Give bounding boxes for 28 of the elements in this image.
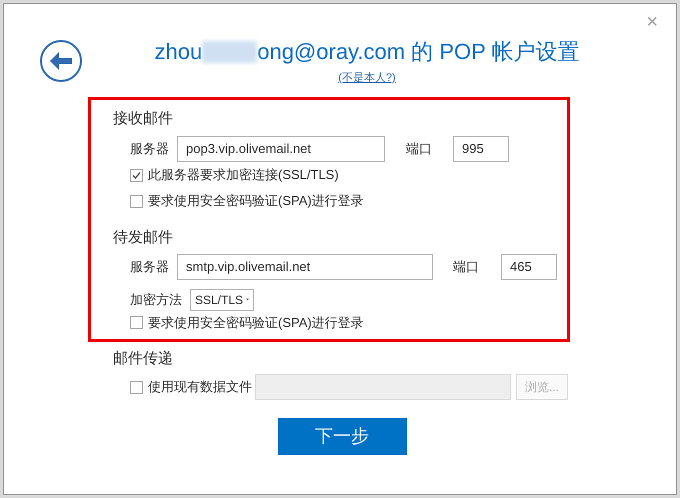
server-field[interactable]: smtp.vip.olivemail.net xyxy=(177,254,433,280)
checkbox-label: 此服务器要求加密连接(SSL/TLS) xyxy=(148,166,339,184)
title-text: ong@oray.com 的 POP 帐户设置 xyxy=(257,38,580,66)
section-heading: 接收邮件 xyxy=(113,108,174,128)
checkbox-label: 要求使用安全密码验证(SPA)进行登录 xyxy=(148,314,364,332)
server-field[interactable]: pop3.vip.olivemail.net xyxy=(177,136,385,162)
checkbox[interactable] xyxy=(130,380,143,394)
port-field[interactable]: 465 xyxy=(501,254,557,280)
section-heading: 邮件传递 xyxy=(113,348,174,368)
checkbox-label: 要求使用安全密码验证(SPA)进行登录 xyxy=(148,192,364,210)
field-label: 端口 xyxy=(406,140,433,158)
not-me-link[interactable]: (不是本人?) xyxy=(338,70,396,86)
checkbox[interactable] xyxy=(130,168,143,182)
field-label: 服务器 xyxy=(130,258,170,276)
field-label: 端口 xyxy=(453,258,480,276)
checkbox-label: 使用现有数据文件 xyxy=(148,378,252,396)
back-button[interactable] xyxy=(40,40,82,82)
checkmark-icon xyxy=(132,170,141,180)
title-text: zhou xyxy=(154,38,202,66)
port-field[interactable]: 995 xyxy=(453,136,509,162)
encryption-dropdown[interactable]: SSL/TLS xyxy=(190,288,254,310)
left-arrow-icon xyxy=(49,51,73,71)
section-heading: 待发邮件 xyxy=(113,228,174,248)
checkbox[interactable] xyxy=(130,194,143,208)
field-label: 加密方法 xyxy=(130,290,183,309)
next-button[interactable]: 下一步 xyxy=(278,418,406,455)
checkbox[interactable] xyxy=(130,316,143,329)
field-label: 服务器 xyxy=(130,140,170,158)
